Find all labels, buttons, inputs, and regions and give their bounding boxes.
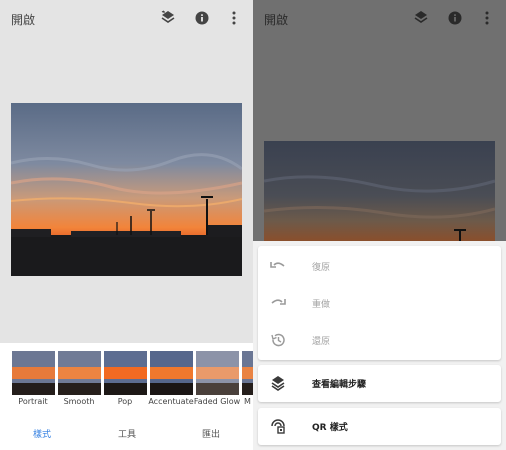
- style-thumb-accentuate[interactable]: [150, 351, 193, 395]
- actions-sheet: 復原 重做 還原 查看編輯步驟 QR 樣式: [253, 241, 506, 450]
- undo-icon: [270, 258, 286, 274]
- open-button[interactable]: 開啟: [11, 11, 35, 28]
- layers-icon[interactable]: [159, 9, 177, 27]
- history-icon: [270, 332, 286, 348]
- tab-tools[interactable]: 工具: [118, 427, 136, 440]
- layers-icon: [270, 375, 286, 391]
- style-label-faded-glow: Faded Glow: [193, 397, 241, 406]
- redo-icon: [270, 295, 286, 311]
- qr-style-label: QR 樣式: [312, 423, 348, 433]
- more-vert-icon[interactable]: [478, 9, 496, 27]
- view-edits-item[interactable]: 查看編輯步驟: [258, 365, 501, 402]
- redo-label: 重做: [312, 300, 331, 310]
- main-screen: 開啟 Portrait Smooth Pop Accentuate Faded …: [0, 0, 253, 450]
- tab-styles[interactable]: 樣式: [33, 427, 51, 440]
- tab-export[interactable]: 匯出: [202, 427, 220, 440]
- revert-label: 還原: [312, 337, 331, 347]
- style-thumb-portrait[interactable]: [12, 351, 55, 395]
- edits-card: 查看編輯步驟: [258, 365, 501, 402]
- revert-item[interactable]: 還原: [258, 322, 501, 359]
- qr-style-icon: [270, 418, 286, 434]
- more-vert-icon[interactable]: [225, 9, 243, 27]
- info-icon[interactable]: [446, 9, 464, 27]
- style-thumb-faded-glow[interactable]: [196, 351, 239, 395]
- qr-style-item[interactable]: QR 樣式: [258, 408, 501, 445]
- style-thumb-pop[interactable]: [104, 351, 147, 395]
- undo-label: 復原: [312, 263, 331, 273]
- open-button-dimmed[interactable]: 開啟: [264, 11, 288, 28]
- history-card: 復原 重做 還原: [258, 246, 501, 360]
- top-bar-dimmed: 開啟: [253, 0, 506, 38]
- main-photo-dimmed: [264, 141, 495, 241]
- view-edits-label: 查看編輯步驟: [312, 380, 367, 390]
- main-photo: [11, 103, 242, 276]
- qr-card: QR 樣式: [258, 408, 501, 445]
- bottom-nav: 樣式 工具 匯出: [0, 415, 253, 450]
- style-thumb-more[interactable]: [242, 351, 253, 395]
- info-icon[interactable]: [193, 9, 211, 27]
- style-thumbnails: Portrait Smooth Pop Accentuate Faded Glo…: [0, 343, 253, 415]
- top-bar: 開啟: [0, 0, 253, 38]
- layers-icon[interactable]: [412, 9, 430, 27]
- undo-item[interactable]: 復原: [258, 248, 501, 285]
- style-label-m: M: [244, 397, 251, 406]
- redo-item[interactable]: 重做: [258, 285, 501, 322]
- style-thumb-smooth[interactable]: [58, 351, 101, 395]
